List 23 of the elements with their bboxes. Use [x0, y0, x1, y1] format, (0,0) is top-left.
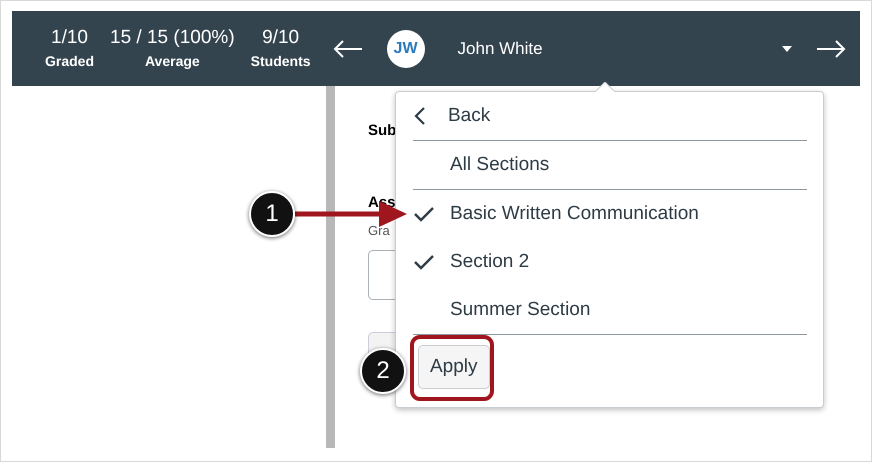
right-arrow-icon[interactable]: [816, 38, 846, 58]
section-menu-item[interactable]: Summer Section: [396, 286, 823, 334]
student-name[interactable]: John White: [458, 38, 782, 58]
hint-text: Gra: [368, 223, 391, 238]
section-menu-item[interactable]: Basic Written Communication: [396, 190, 823, 238]
stat-label: Average: [144, 52, 200, 71]
section-heading: Sub: [368, 122, 398, 139]
stat-label: Graded: [45, 52, 94, 70]
step-number: 1: [249, 191, 295, 237]
stat-value: 15 / 15 (100%): [110, 26, 235, 50]
section-menu-item[interactable]: All Sections: [396, 141, 823, 189]
section-menu-item[interactable]: Section 2: [396, 238, 823, 286]
stat-value: 1/10: [51, 26, 88, 50]
back-menu-item[interactable]: Back: [396, 92, 823, 140]
menu-item-label: Back: [448, 105, 490, 127]
stat-label: Students: [250, 52, 311, 70]
caret-icon[interactable]: [782, 46, 792, 52]
avatar: JW: [386, 30, 425, 68]
stat-value: 9/10: [262, 26, 300, 50]
left-arrow-icon[interactable]: [332, 38, 363, 58]
step-number: 2: [360, 348, 406, 394]
chevron-left-icon: [414, 106, 426, 126]
apply-button[interactable]: Apply: [418, 345, 490, 389]
